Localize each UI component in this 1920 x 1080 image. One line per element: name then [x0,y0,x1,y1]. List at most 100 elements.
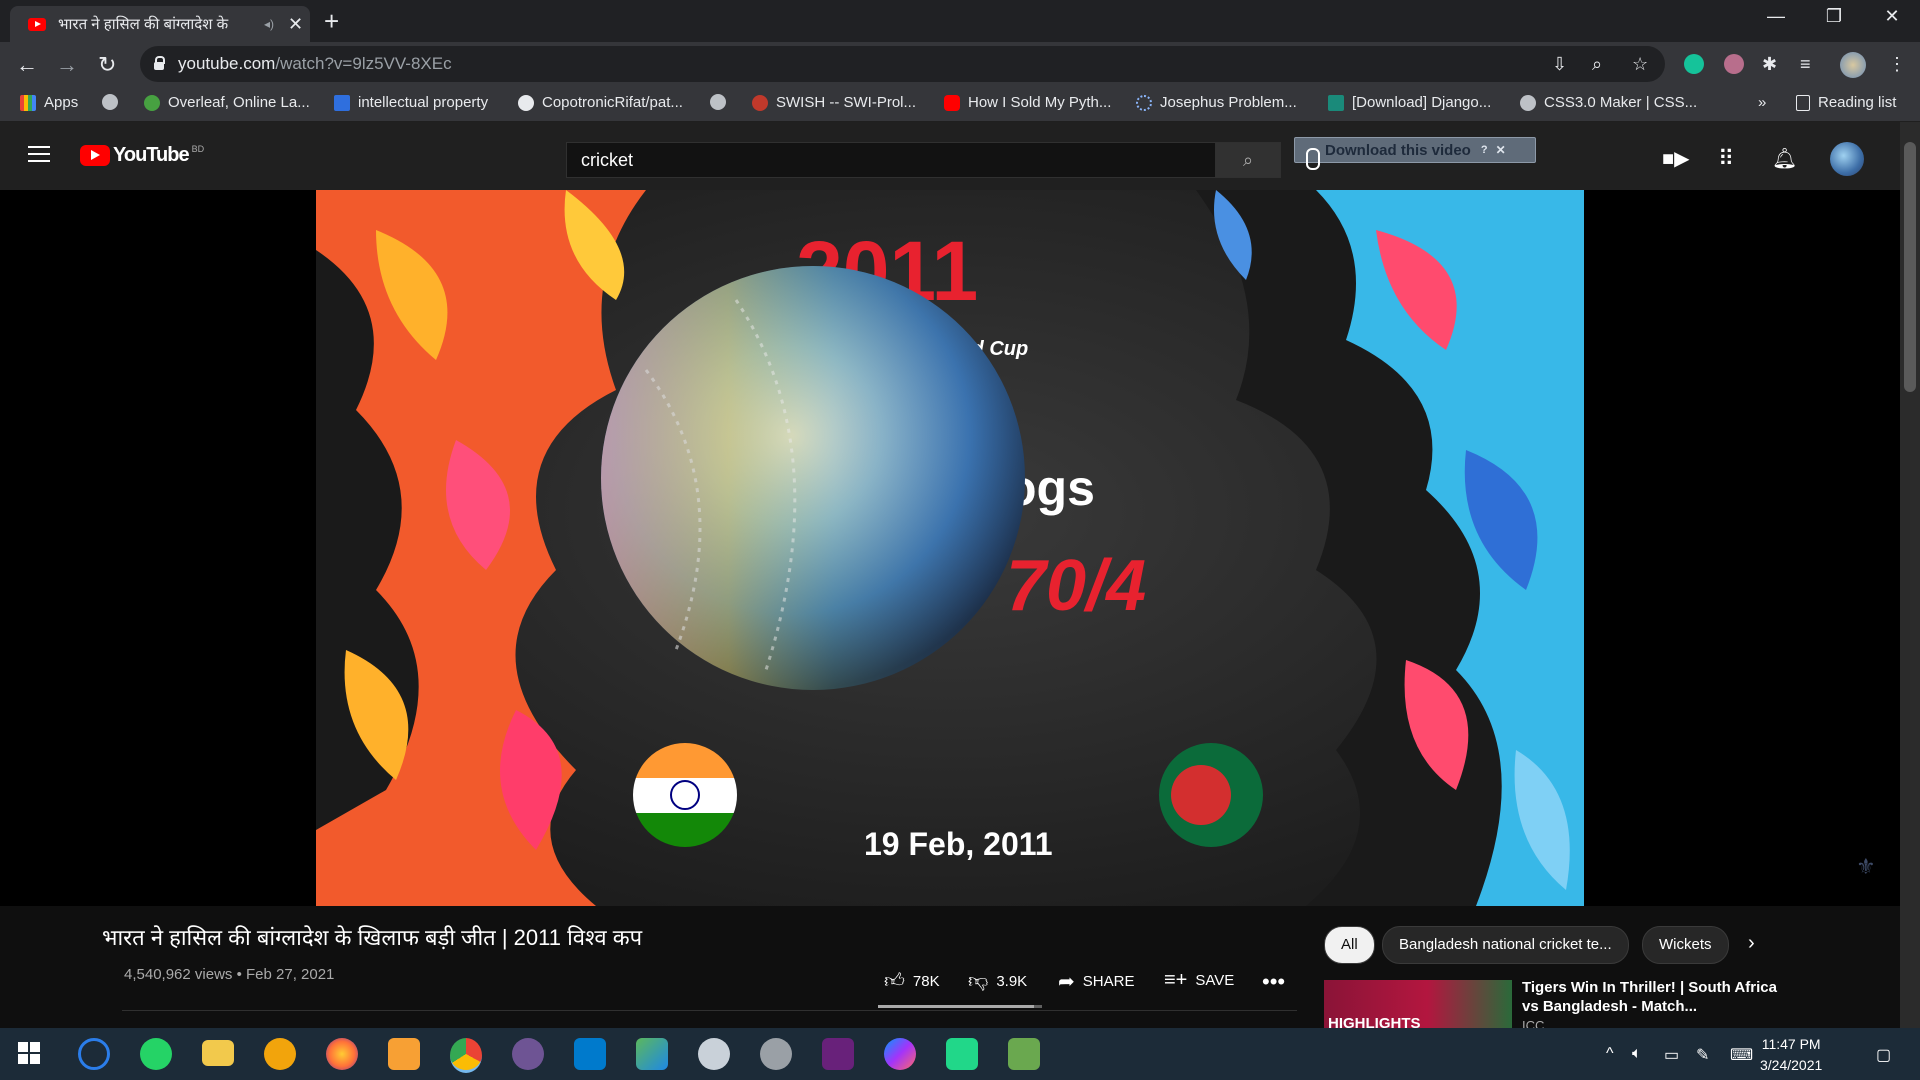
download-video-bar[interactable]: Download this video ? ✕ [1294,137,1536,163]
window-close-button[interactable]: ✕ [1862,6,1920,27]
address-bar[interactable]: youtube.com/watch?v=9lz5VV-8XEc [140,46,1665,82]
sync-app-icon[interactable] [78,1038,110,1070]
create-video-icon[interactable]: ■▶ [1662,146,1689,171]
app-icon[interactable] [636,1038,668,1070]
youtube-logo[interactable]: YouTube BD [80,144,204,167]
bookmark-youtube[interactable]: How I Sold My Pyth... [944,94,1111,111]
audio-playing-icon[interactable]: ◂) [264,17,274,31]
firefox-icon[interactable] [326,1038,358,1070]
chip-bangladesh-cricket[interactable]: Bangladesh national cricket te... [1382,926,1629,964]
pycharm-icon[interactable] [946,1038,978,1070]
new-tab-button[interactable]: + [324,6,339,37]
recommendation-title[interactable]: Tigers Win In Thriller! | South Africa v… [1522,978,1782,1016]
search-value: cricket [581,149,634,170]
share-arrow-icon: ➦ [1058,971,1075,993]
keyboard-icon[interactable]: ⌨ [1730,1045,1753,1065]
download-close-icon[interactable]: ✕ [1496,143,1506,157]
app-icon[interactable] [1008,1038,1040,1070]
extension-icon[interactable] [1724,54,1744,74]
search-input[interactable]: cricket [566,142,1217,178]
download-help-icon[interactable]: ? [1481,144,1488,156]
more-actions-icon[interactable]: ••• [1262,969,1285,995]
bookmarks-overflow-button[interactable]: » [1758,94,1766,111]
back-arrow-icon[interactable]: ← [16,52,38,78]
bookmark-django[interactable]: [Download] Django... [1328,94,1491,111]
voice-search-mic-icon[interactable] [1306,148,1320,170]
tab-title: भारत ने हासिल की बांग्लादेश के [58,16,229,33]
visual-studio-icon[interactable] [822,1038,854,1070]
thumbs-down-icon: 👎︎ [968,970,989,992]
bookmark-star-icon[interactable]: ☆ [1632,54,1648,75]
github-desktop-icon[interactable] [512,1038,544,1070]
minimize-button[interactable]: — [1746,6,1806,27]
bookmark-s-icon [334,94,350,111]
pen-icon[interactable]: ✎ [1696,1045,1709,1065]
bookmark-apps[interactable]: Apps [20,94,78,111]
forward-arrow-icon[interactable]: → [56,52,78,78]
whatsapp-icon[interactable] [140,1038,172,1070]
chip-wickets[interactable]: Wickets [1642,926,1729,964]
github-icon [518,94,534,111]
vscode-icon[interactable] [574,1038,606,1070]
bookmark-overleaf[interactable]: Overleaf, Online La... [144,94,310,111]
youtube-play-icon [80,145,110,166]
chrome-menu-icon[interactable]: ⋮ [1888,54,1906,75]
bookmarks-bar: Apps Overleaf, Online La... intellectual… [0,87,1920,122]
app-icon[interactable] [760,1038,792,1070]
bookmark-globe-2[interactable] [710,94,734,110]
save-button[interactable]: ≡+ SAVE [1164,969,1234,992]
channel-watermark-icon[interactable]: ⚜ [1856,854,1876,880]
video-frame[interactable]: 2011 ld Cup ogs 70/4 19 Feb, 2011 [316,190,1584,906]
network-icon[interactable]: ▭ [1664,1045,1679,1065]
chips-next-arrow-icon[interactable]: › [1748,932,1755,955]
volume-icon[interactable]: 🔈︎ [1632,1045,1642,1063]
account-avatar[interactable] [1830,142,1864,176]
browser-tab-strip: भारत ने हासिल की बांग्लादेश के ◂) ✕ + — … [0,0,1920,42]
frame-score: 70/4 [1006,546,1146,626]
reload-icon[interactable]: ↻ [98,52,116,78]
windows-start-icon[interactable] [18,1042,40,1064]
tray-chevron-icon[interactable]: ^ [1606,1045,1614,1063]
bookmark-swish[interactable]: SWISH -- SWI-Prol... [752,94,916,111]
chip-all[interactable]: All [1324,926,1375,964]
photo-app-icon[interactable] [388,1038,420,1070]
search-button[interactable]: ⌕ [1215,142,1281,178]
messenger-icon[interactable] [884,1038,916,1070]
avast-icon[interactable] [264,1038,296,1070]
bookmark-github[interactable]: CopotronicRifat/pat... [518,94,683,111]
page-scrollbar[interactable] [1900,122,1920,1028]
media-control-icon[interactable]: ≡ [1800,54,1811,75]
youtube-header: YouTube BD cricket ⌕ Download this video… [0,122,1900,190]
recommendation-thumbnail[interactable]: HIGHLIGHTS [1324,980,1512,1030]
chrome-icon[interactable] [450,1038,482,1073]
taskbar-clock[interactable]: 11:47 PM 3/24/2021 [1760,1034,1822,1076]
share-button[interactable]: ➦ SHARE [1058,969,1134,994]
grammarly-extension-icon[interactable] [1684,54,1704,74]
bookmark-globe[interactable] [102,94,126,110]
video-player[interactable]: 2011 ld Cup ogs 70/4 19 Feb, 2011 ⚜ [0,190,1900,906]
extensions-puzzle-icon[interactable]: ✱ [1762,54,1777,75]
menu-hamburger-icon[interactable] [28,146,50,164]
scrollbar-thumb[interactable] [1904,142,1916,392]
like-ratio-bar [878,1005,1042,1008]
reading-list-button[interactable]: Reading list [1796,94,1896,111]
file-explorer-icon[interactable] [202,1040,234,1066]
install-icon[interactable]: ⇩ [1552,54,1567,75]
apps-grid-icon[interactable]: ⠿ [1718,146,1734,172]
profile-avatar[interactable] [1840,52,1866,78]
dislike-button[interactable]: 👎︎ 3.9K [968,969,1027,993]
clock-time: 11:47 PM [1761,1036,1821,1052]
app-icon[interactable] [698,1038,730,1070]
tab-close-icon[interactable]: ✕ [288,14,303,35]
video-meta: 4,540,962 views • Feb 27, 2021 [124,966,335,983]
clock-date: 3/24/2021 [1760,1057,1823,1073]
notification-center-icon[interactable]: ▢ [1876,1045,1891,1065]
bookmark-josephus[interactable]: Josephus Problem... [1136,94,1297,111]
restore-button[interactable]: ❐ [1804,6,1864,27]
like-button[interactable]: 👍︎ 78K [884,969,940,993]
bookmark-intellectual-property[interactable]: intellectual property [334,94,488,111]
zoom-icon[interactable]: ⌕ [1592,54,1602,75]
browser-tab[interactable]: भारत ने हासिल की बांग्लादेश के ◂) ✕ [10,6,310,42]
notifications-bell-icon[interactable]: 🔔︎ [1772,146,1797,171]
bookmark-css3-maker[interactable]: CSS3.0 Maker | CSS... [1520,94,1697,111]
